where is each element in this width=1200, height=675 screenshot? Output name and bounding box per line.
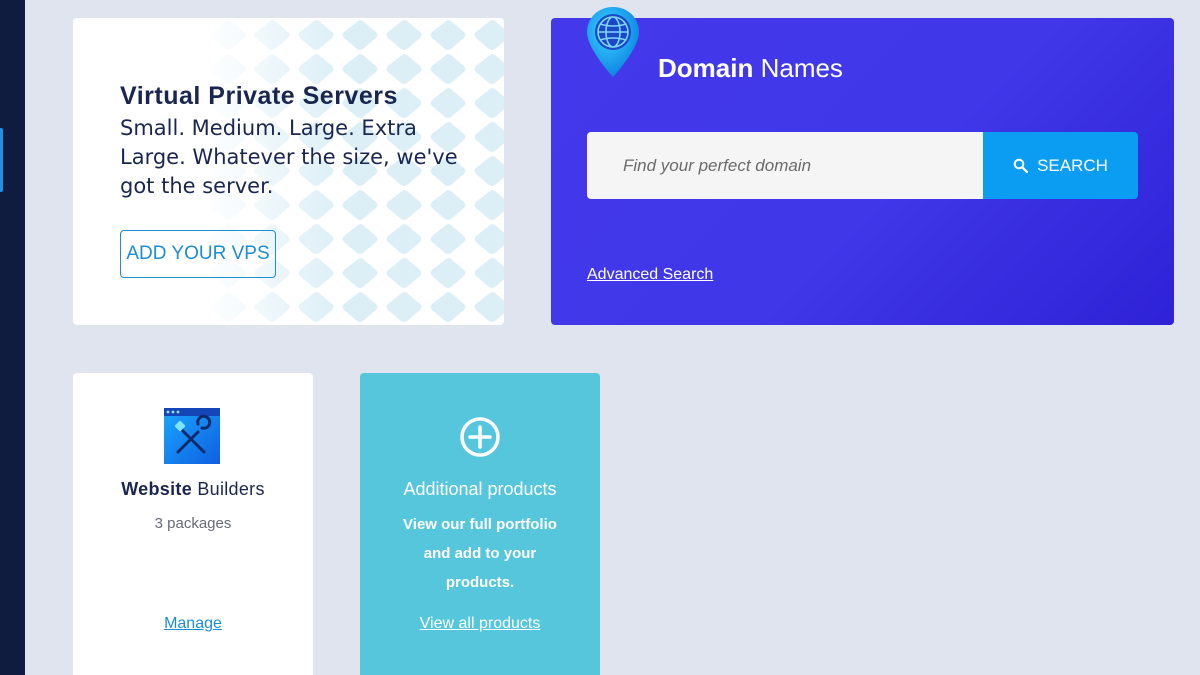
website-builders-title: Website Builders (73, 479, 313, 500)
vps-description: Small. Medium. Large. Extra Large. Whate… (120, 116, 458, 198)
website-builders-title-bold: Website (121, 479, 193, 499)
website-builders-card: Website Builders 3 packages Manage (73, 373, 313, 675)
domain-search-input[interactable] (587, 132, 983, 199)
domain-title: Domain Names (658, 53, 843, 84)
vps-title: Virtual Private Servers (120, 82, 398, 110)
search-icon (1013, 158, 1029, 173)
view-all-products-link[interactable]: View all products (360, 615, 600, 633)
sidebar (0, 0, 25, 675)
website-builders-title-regular: Builders (197, 479, 265, 499)
additional-products-title: Additional products (403, 479, 557, 499)
domain-title-bold: Domain (658, 53, 754, 83)
vps-card: Virtual Private Servers Small. Medium. L… (73, 18, 504, 325)
add-vps-button[interactable]: ADD YOUR VPS (120, 230, 276, 278)
additional-products-description: View our full portfolio and add to your … (403, 516, 557, 591)
plus-circle-icon[interactable] (459, 416, 501, 458)
domain-title-regular: Names (760, 53, 843, 83)
search-button-label: SEARCH (1037, 155, 1108, 175)
tools-window-icon (164, 408, 220, 464)
domain-names-card: Domain Names SEARCH Advanced Search (551, 7, 1174, 325)
sidebar-active-indicator (0, 128, 3, 192)
packages-count: 3 packages (154, 515, 232, 532)
manage-link[interactable]: Manage (73, 615, 313, 633)
globe-pin-icon (587, 7, 639, 77)
advanced-search-link[interactable]: Advanced Search (587, 266, 713, 284)
additional-products-card: Additional products View our full portfo… (360, 373, 600, 675)
search-button[interactable]: SEARCH (983, 132, 1138, 199)
